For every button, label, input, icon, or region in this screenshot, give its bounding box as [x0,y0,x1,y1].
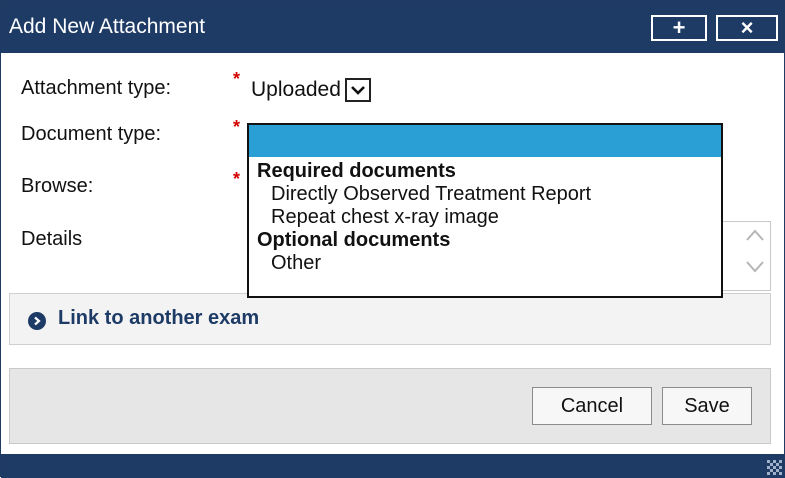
option-chest-xray[interactable]: Repeat chest x-ray image [271,206,499,229]
option-group-optional: Optional documents [257,229,451,251]
scroll-up-icon[interactable] [745,228,765,242]
document-type-dropdown[interactable]: Required documents Directly Observed Tre… [247,123,723,298]
attachment-type-select[interactable]: Uploaded [251,75,371,105]
dialog-statusbar [1,454,785,478]
dialog-titlebar[interactable]: Add New Attachment + × [1,1,785,53]
option-dot-report[interactable]: Directly Observed Treatment Report [271,183,591,206]
details-label: Details [21,228,83,250]
browse-label: Browse: [21,175,94,197]
cancel-button[interactable]: Cancel [532,387,652,425]
scroll-down-icon[interactable] [745,260,765,274]
required-marker: * [233,69,241,89]
add-attachment-dialog: Add New Attachment + × Attachment type: … [0,0,785,478]
document-type-selected-option[interactable] [249,125,721,157]
option-other[interactable]: Other [271,252,321,275]
save-button[interactable]: Save [662,387,752,425]
add-button[interactable]: + [651,15,707,41]
document-type-label: Document type: [21,123,162,145]
close-button[interactable]: × [716,15,778,41]
link-to-another-exam-link[interactable]: Link to another exam [58,307,259,330]
plus-icon: + [672,15,686,40]
link-exam-panel[interactable]: Link to another exam [9,293,771,345]
required-marker: * [233,169,241,189]
dialog-title: Add New Attachment [9,15,206,38]
details-scrollbar[interactable] [740,222,770,290]
chevron-down-icon [344,78,371,102]
dialog-footer: Cancel Save [9,368,771,444]
circle-chevron-right-icon [28,312,46,330]
attachment-type-value: Uploaded [251,78,341,101]
attachment-type-label: Attachment type: [21,77,172,99]
option-group-required: Required documents [257,160,456,182]
close-icon: × [740,15,754,40]
required-marker: * [233,117,241,137]
resize-grip-icon[interactable] [766,459,782,475]
